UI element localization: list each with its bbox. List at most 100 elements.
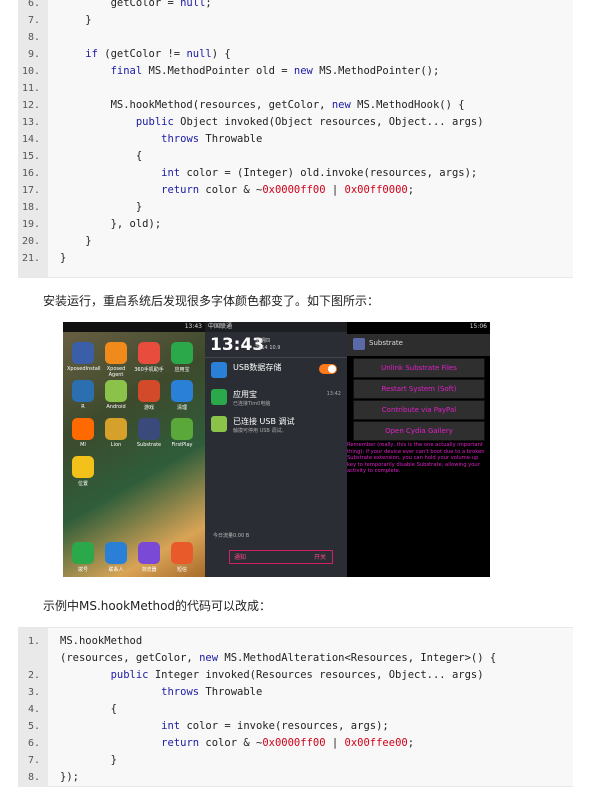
app-icon[interactable]	[105, 380, 127, 402]
code-text: }	[60, 233, 91, 250]
app-icon[interactable]	[72, 342, 94, 364]
code-line: 7. }	[18, 12, 573, 29]
app-label: 360手机助手	[134, 367, 164, 373]
code-text: (resources, getColor, new MS.MethodAlter…	[60, 650, 496, 667]
notification-item[interactable]: 已连接 USB 调试 触摸可停用 USB 调试。	[211, 414, 341, 438]
substrate-button[interactable]: Contribute via PayPal	[353, 400, 485, 420]
app-label: R	[81, 404, 85, 410]
code-text: int color = invoke(resources, args);	[60, 718, 389, 735]
notification-icon	[211, 416, 227, 432]
app-icon[interactable]	[171, 418, 193, 440]
code-text: return color & ~0x0000ff00 | 0x00ffee00;	[60, 735, 414, 752]
notification-item[interactable]: 应用宝 已连接Tim0电脑 13:42	[211, 387, 341, 411]
code-line: 20. }	[18, 233, 573, 250]
dock-icon[interactable]	[138, 542, 160, 564]
code-line: 17. return color & ~0x0000ff00 | 0x00ff0…	[18, 182, 573, 199]
substrate-button[interactable]: Open Cydia Gallery	[353, 421, 485, 441]
code-text: {	[60, 148, 142, 165]
code-block-2: 1. MS.hookMethod (resources, getColor, new…	[18, 627, 573, 787]
code-text: getColor = null;	[60, 0, 212, 12]
code-token: null	[180, 0, 206, 9]
code-line: 3. throws Throwable	[18, 684, 573, 701]
code-token: final	[110, 65, 143, 77]
code-token: }	[60, 14, 92, 26]
line-number: 8.	[27, 772, 40, 783]
code-token: if	[85, 48, 98, 60]
code-token: }	[60, 252, 67, 264]
dock-icon[interactable]	[72, 542, 94, 564]
code-text: throws Throwable	[60, 131, 262, 148]
code-text: final MS.MethodPointer old = new MS.Meth…	[60, 63, 440, 80]
code-line: 2. public Integer invoked(Resources reso…	[18, 667, 573, 684]
line-number: 6.	[27, 738, 40, 749]
code-token: MS.hookMethod(resources, getColor,	[60, 99, 332, 111]
paragraph-example: 示例中MS.hookMethod的代码可以改成：	[43, 599, 272, 613]
substrate-button[interactable]: Unlink Substrate Files	[353, 358, 485, 378]
line-number: 14.	[21, 134, 40, 145]
dock-label: 短信	[176, 567, 187, 573]
app-icon[interactable]	[171, 342, 193, 364]
code-token: MS.MethodAlteration<Resources, Integer>(…	[218, 652, 497, 664]
code-line: 19. }, old);	[18, 216, 573, 233]
app-icon[interactable]	[72, 456, 94, 478]
code-text: }	[60, 199, 142, 216]
line-number: 9.	[27, 49, 40, 60]
code-text: public Integer invoked(Resources resourc…	[60, 667, 484, 684]
dock-icon[interactable]	[105, 542, 127, 564]
tab-toggles-label: 开关	[313, 554, 326, 561]
code-token: (resources, getColor,	[60, 652, 200, 664]
code-token: color = (Integer) old.invoke(resources, …	[180, 167, 478, 179]
code-token: 0x00ffee00	[344, 737, 408, 749]
code-token: getColor =	[60, 0, 181, 9]
line-number: 13.	[21, 117, 40, 128]
line-number: 17.	[21, 185, 40, 196]
app-icon[interactable]	[72, 380, 94, 402]
app-icon[interactable]	[138, 380, 160, 402]
notification-title: 应用宝	[233, 390, 257, 399]
code-token: }, old);	[60, 218, 162, 230]
code-token: MS.MethodPointer();	[312, 65, 440, 77]
app-icon[interactable]	[171, 380, 193, 402]
app-icon[interactable]	[105, 342, 127, 364]
code-line: 10. final MS.MethodPointer old = new MS.…	[18, 63, 573, 80]
line-number: 5.	[27, 721, 40, 732]
app-label: 游戏	[143, 405, 154, 411]
code-token: color & ~	[199, 737, 263, 749]
code-token: throws	[161, 686, 200, 698]
code-token: 0x0000ff00	[262, 184, 326, 196]
code-token: public	[110, 669, 149, 681]
tab-notifications[interactable]: 通知 开关	[229, 550, 333, 564]
code-line: 7. }	[18, 752, 573, 769]
code-token: 0x0000ff00	[262, 737, 326, 749]
usb-toggle[interactable]	[319, 364, 337, 374]
notification-time: 13:42	[326, 391, 341, 397]
app-icon[interactable]	[138, 418, 160, 440]
app-icon[interactable]	[138, 342, 160, 364]
line-number: 3.	[27, 687, 40, 698]
code-token: return	[161, 737, 200, 749]
code-text: });	[60, 769, 79, 786]
code-line: 6. getColor = null;	[18, 0, 573, 12]
weekday-label: 星期四	[255, 338, 271, 344]
app-icon[interactable]	[105, 418, 127, 440]
app-label: MI	[80, 442, 86, 448]
line-number: 11.	[21, 83, 40, 94]
dock-label: 拨号	[77, 567, 88, 573]
code-token: });	[60, 771, 79, 783]
dock-icon[interactable]	[171, 542, 193, 564]
code-token: return	[161, 184, 200, 196]
app-label: XposedInstall	[67, 366, 101, 372]
substrate-button[interactable]: Restart System (Soft)	[353, 379, 485, 399]
code-line: 9. if (getColor != null) {	[18, 46, 573, 63]
app-label: 位置	[77, 481, 88, 487]
app-icon[interactable]	[72, 418, 94, 440]
code-token: color & ~	[199, 184, 263, 196]
code-token: Throwable	[199, 686, 263, 698]
code-text: if (getColor != null) {	[60, 46, 230, 63]
code-token: ;	[407, 184, 415, 196]
